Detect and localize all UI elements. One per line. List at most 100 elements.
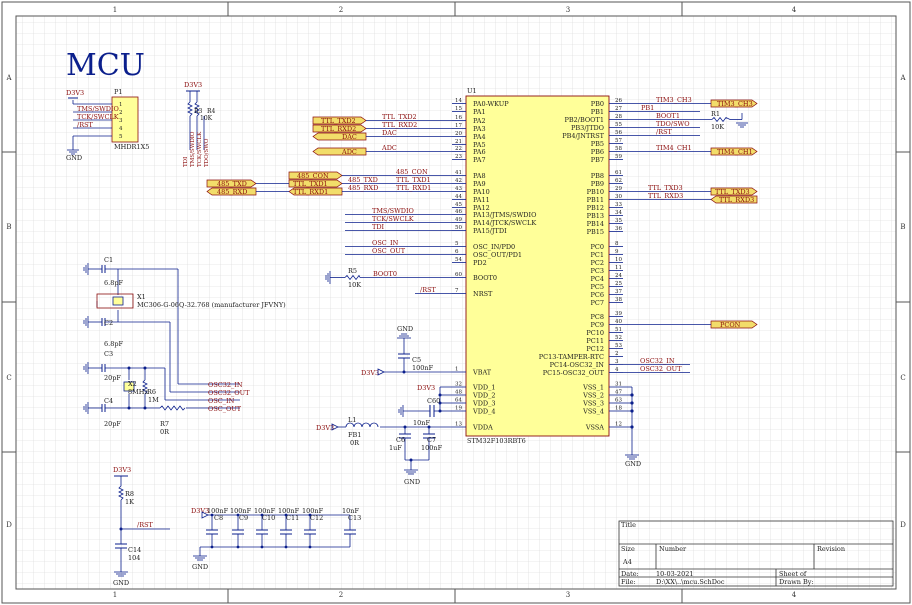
svg-text:C3: C3 bbox=[104, 350, 113, 358]
col-label-4-bottom: 4 bbox=[792, 591, 797, 599]
svg-text:L1: L1 bbox=[348, 416, 356, 424]
svg-text:R5: R5 bbox=[348, 267, 357, 275]
pin-number: 10 bbox=[615, 257, 622, 263]
net-nrst: /RST bbox=[420, 286, 437, 294]
svg-text:10nF: 10nF bbox=[413, 419, 430, 427]
pin-name: PA11 bbox=[473, 196, 490, 204]
pin-name: PA10 bbox=[473, 188, 490, 196]
pin-number: 37 bbox=[615, 289, 622, 295]
row-label-d: D bbox=[6, 521, 12, 529]
pin-name: PB4/JNTRST bbox=[562, 132, 604, 140]
size-label: Size bbox=[621, 545, 635, 553]
pin-number: 63 bbox=[615, 398, 622, 404]
svg-text:GND: GND bbox=[113, 579, 129, 587]
pin-name: PB7 bbox=[591, 156, 604, 164]
pin-name: PB0 bbox=[591, 100, 604, 108]
svg-text:100nF: 100nF bbox=[412, 364, 434, 372]
svg-text:DAC: DAC bbox=[342, 133, 357, 141]
pin-name: PC1 bbox=[591, 251, 604, 259]
pin-name: BOOT0 bbox=[473, 274, 497, 282]
pin-name: VDD_2 bbox=[472, 391, 496, 399]
pin-number: 44 bbox=[455, 194, 462, 200]
svg-text:X2: X2 bbox=[128, 380, 137, 388]
pin-name: PA6 bbox=[473, 148, 486, 156]
svg-text:TTL_TXD3: TTL_TXD3 bbox=[715, 188, 750, 196]
pin-name: PB1 bbox=[591, 108, 604, 116]
svg-text:TTL_RXD3: TTL_RXD3 bbox=[719, 196, 754, 204]
net-osc32-out-right: OSC32_OUT bbox=[640, 365, 682, 373]
schematic-sheet: 1 2 3 4 1 2 3 4 A B C D A B C D MCU P1 M… bbox=[0, 0, 912, 605]
svg-text:X1: X1 bbox=[137, 293, 146, 301]
svg-text:C5: C5 bbox=[412, 356, 421, 364]
pin-name: PC2 bbox=[591, 259, 604, 267]
pin-number: 19 bbox=[455, 406, 462, 412]
pin-number: 41 bbox=[455, 170, 462, 176]
pin-number: 22 bbox=[455, 146, 462, 152]
net-osc-in-xtal: OSC_IN bbox=[208, 397, 235, 405]
svg-text:TIM4_CH1: TIM4_CH1 bbox=[717, 148, 753, 156]
net-485-rxd: 485_RXD bbox=[348, 184, 378, 192]
pin-name: PC12 bbox=[586, 345, 604, 353]
pin-number: 61 bbox=[615, 170, 622, 176]
pin-name: PC5 bbox=[591, 283, 604, 291]
svg-text:10K: 10K bbox=[348, 281, 361, 289]
svg-text:TTL_RXD2: TTL_RXD2 bbox=[321, 125, 356, 133]
svg-text:GND: GND bbox=[397, 325, 413, 333]
col-label-1-bottom: 1 bbox=[113, 591, 117, 599]
port-ttl-rxd2: TTL_RXD2 bbox=[312, 124, 367, 133]
p1-d3v3: D3V3 bbox=[66, 89, 84, 97]
pin-number: 58 bbox=[615, 146, 622, 152]
p1-pin-5: 5 bbox=[119, 134, 123, 140]
pin-name: PC4 bbox=[591, 275, 604, 283]
mcu-designator: U1 bbox=[467, 87, 477, 95]
net-ttl-rxd1: TTL_RXD1 bbox=[396, 184, 431, 192]
pin-number: 64 bbox=[455, 398, 462, 404]
pin-name: PC8 bbox=[591, 313, 604, 321]
pin-number: 34 bbox=[615, 210, 622, 216]
svg-text:1M: 1M bbox=[148, 396, 159, 404]
r4-net-tdo: TDO/SWO bbox=[204, 138, 210, 167]
port-485-con: 485_CON bbox=[288, 171, 343, 180]
svg-text:GND: GND bbox=[404, 478, 420, 486]
p1-pin-2: 2 bbox=[119, 110, 123, 116]
col-label-3: 3 bbox=[566, 6, 570, 14]
r3r4-value: 10K bbox=[200, 115, 213, 122]
pin-number: 33 bbox=[615, 202, 622, 208]
sheet-label: Sheet of bbox=[779, 570, 807, 578]
pin-name: PB10 bbox=[587, 188, 604, 196]
pin-name: PA7 bbox=[473, 156, 486, 164]
net-boot1: BOOT1 bbox=[656, 112, 680, 120]
pin-name: VDD_4 bbox=[472, 407, 496, 415]
pin-number: 20 bbox=[455, 131, 462, 137]
svg-text:0R: 0R bbox=[350, 439, 360, 447]
pin-number: 27 bbox=[615, 106, 622, 112]
pin-number: 13 bbox=[455, 422, 462, 428]
pin-number: 32 bbox=[455, 382, 462, 388]
r3r4-d3v3: D3V3 bbox=[184, 81, 202, 89]
svg-text:1uF: 1uF bbox=[389, 444, 402, 452]
pin-number: 31 bbox=[615, 382, 622, 388]
pin-name: NRST bbox=[473, 290, 493, 298]
net-ttl-rxd3: TTL_RXD3 bbox=[648, 192, 683, 200]
r3-net-tdi: TDI bbox=[183, 157, 189, 167]
pin-number: 16 bbox=[455, 115, 462, 121]
svg-text:FB1: FB1 bbox=[348, 431, 361, 439]
svg-text:R1: R1 bbox=[711, 110, 720, 118]
pin-name: PB13 bbox=[587, 212, 604, 220]
pin-name: PA0-WKUP bbox=[473, 100, 509, 108]
port-485-rxd: 485_RXD bbox=[206, 187, 257, 196]
row-label-b: B bbox=[6, 223, 11, 231]
p1-pin-1: 1 bbox=[119, 102, 123, 108]
pin-number: 14 bbox=[455, 98, 462, 104]
svg-text:ADC: ADC bbox=[341, 148, 357, 156]
svg-text:C14: C14 bbox=[128, 546, 141, 554]
pin-name: PB5 bbox=[591, 140, 604, 148]
pin-number: 7 bbox=[455, 288, 459, 294]
svg-text:C13: C13 bbox=[348, 514, 361, 522]
svg-text:104: 104 bbox=[128, 554, 140, 562]
size-value: A4 bbox=[622, 558, 632, 566]
svg-text:C60: C60 bbox=[427, 397, 440, 405]
port-dac: DAC bbox=[312, 132, 367, 141]
svg-text:C1: C1 bbox=[104, 256, 113, 264]
pin-name: PA15/JTDI bbox=[473, 227, 507, 235]
